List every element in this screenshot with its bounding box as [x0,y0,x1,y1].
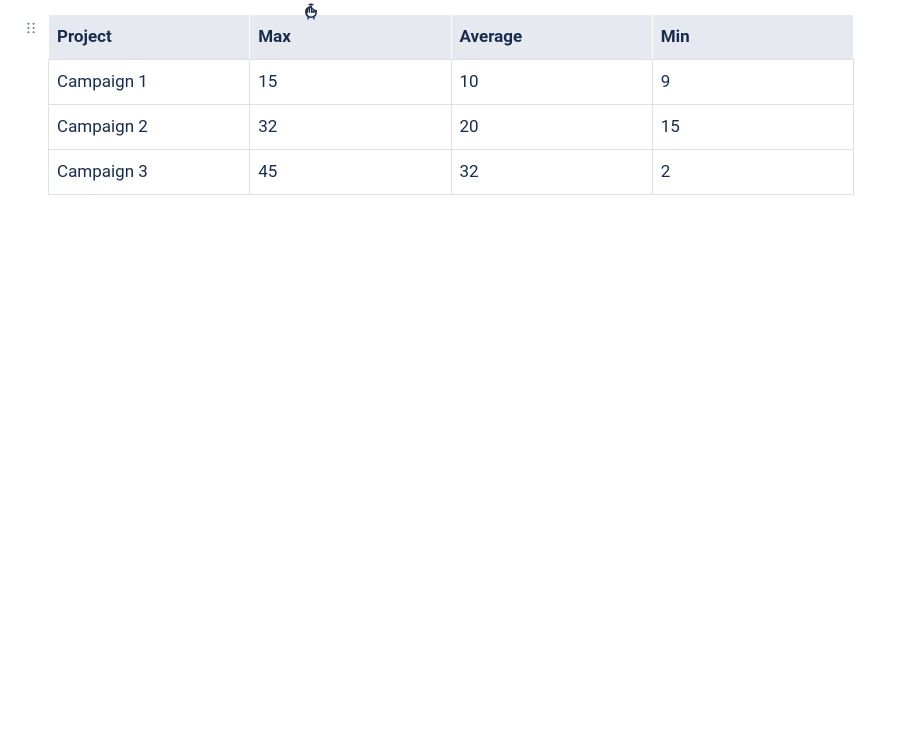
cell-min[interactable]: 2 [652,150,853,195]
cell-project[interactable]: Campaign 2 [49,105,250,150]
cell-max[interactable]: 45 [250,150,451,195]
cell-average[interactable]: 20 [451,105,652,150]
cell-average[interactable]: 10 [451,60,652,105]
cell-min[interactable]: 15 [652,105,853,150]
cell-max[interactable]: 32 [250,105,451,150]
pointer-cursor-icon [302,3,320,21]
column-header-average[interactable]: Average [451,15,652,60]
table-row[interactable]: Campaign 3 45 32 2 [49,150,854,195]
cell-project[interactable]: Campaign 1 [49,60,250,105]
cell-min[interactable]: 9 [652,60,853,105]
column-header-min[interactable]: Min [652,15,853,60]
column-header-project[interactable]: Project [49,15,250,60]
cell-max[interactable]: 15 [250,60,451,105]
column-header-max[interactable]: Max [250,15,451,60]
cell-average[interactable]: 32 [451,150,652,195]
cell-project[interactable]: Campaign 3 [49,150,250,195]
table-row[interactable]: Campaign 1 15 10 9 [49,60,854,105]
drag-handle-icon[interactable] [25,22,37,34]
table-row[interactable]: Campaign 2 32 20 15 [49,105,854,150]
data-table[interactable]: Project Max Average Min Campaign 1 15 10… [48,14,854,195]
table-header-row: Project Max Average Min [49,15,854,60]
